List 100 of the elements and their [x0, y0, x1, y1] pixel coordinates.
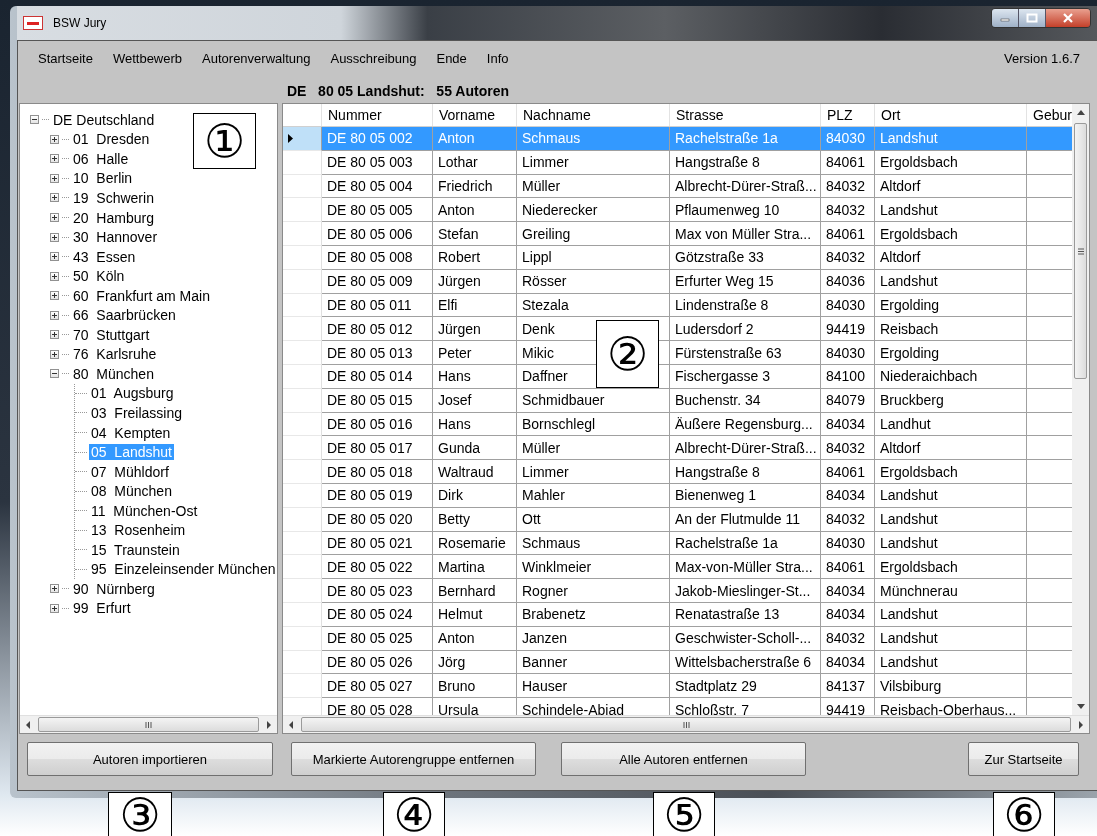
table-cell: Ergoldsbach: [875, 555, 1027, 580]
table-cell: DE 80 05 018: [322, 460, 433, 484]
home-button[interactable]: Zur Startseite: [968, 742, 1079, 776]
menu-item[interactable]: Wettbewerb: [105, 48, 190, 68]
expand-icon[interactable]: [50, 603, 59, 613]
remove-group-button[interactable]: Markierte Autorengruppe entfernen: [291, 742, 536, 776]
expand-icon[interactable]: [50, 154, 59, 164]
table-cell: 84030: [821, 341, 875, 365]
menu-item[interactable]: Startseite: [31, 48, 100, 68]
table-cell: Waltraud: [433, 460, 517, 484]
expand-icon[interactable]: [50, 213, 59, 222]
tree-item[interactable]: 80 München: [71, 365, 156, 382]
tree-item[interactable]: 03 Freilassing: [89, 404, 185, 421]
scrollbar-thumb[interactable]: [301, 717, 1071, 732]
table-cell: Götzstraße 33: [670, 246, 821, 270]
tree-item[interactable]: 70 Stuttgart: [71, 326, 152, 343]
tree-item[interactable]: 30 Hannover: [71, 229, 160, 246]
close-icon: [1062, 13, 1074, 23]
tree-item[interactable]: 50 Köln: [71, 268, 127, 285]
expand-icon[interactable]: [50, 252, 59, 262]
version-label: Version 1.6.7: [1004, 50, 1080, 66]
tree-item[interactable]: 99 Erfurt: [71, 600, 133, 617]
expand-icon[interactable]: [50, 310, 59, 320]
close-button[interactable]: [1046, 9, 1090, 27]
tree-item[interactable]: 66 Saarbrücken: [71, 307, 178, 324]
column-header[interactable]: Nachname: [517, 104, 670, 126]
expand-icon[interactable]: [50, 271, 59, 281]
tree-item[interactable]: 13 Rosenheim: [89, 522, 188, 539]
table-cell: Helmut: [433, 602, 517, 627]
table-cell: Rosemarie: [433, 531, 517, 556]
tree-item[interactable]: 10 Berlin: [71, 170, 135, 187]
table-cell: DE 80 05 023: [322, 579, 433, 603]
table-cell: Jürgen: [433, 269, 517, 294]
table-cell: Albrecht-Dürer-Straß...: [670, 436, 821, 461]
column-header[interactable]: Ort: [875, 104, 1027, 126]
tree-item[interactable]: 11 München-Ost: [89, 502, 200, 519]
table-cell: Geschwister-Scholl-...: [670, 626, 821, 651]
expand-icon[interactable]: [50, 173, 59, 183]
minimize-button[interactable]: [992, 9, 1019, 27]
menu-item[interactable]: Ausschreibung: [323, 48, 424, 68]
tree-item[interactable]: 01 Dresden: [71, 131, 152, 148]
table-cell: 84030: [821, 127, 875, 151]
import-button[interactable]: Autoren importieren: [27, 742, 273, 776]
expand-icon[interactable]: [50, 134, 59, 144]
tree-item[interactable]: 07 Mühldorf: [89, 463, 171, 480]
expand-icon[interactable]: [50, 349, 59, 359]
maximize-button[interactable]: [1019, 9, 1046, 27]
expand-icon[interactable]: [50, 330, 59, 340]
collapse-icon[interactable]: [50, 369, 59, 379]
menu-item[interactable]: Info: [479, 48, 516, 68]
table-cell: Jakob-Mieslinger-St...: [670, 579, 821, 603]
tree-item[interactable]: 76 Karlsruhe: [71, 346, 159, 363]
table-cell: Ergoldsbach: [875, 222, 1027, 246]
table-cell: Altdorf: [875, 246, 1027, 270]
column-header[interactable]: PLZ: [821, 104, 875, 126]
expand-icon[interactable]: [50, 193, 59, 203]
column-header[interactable]: Vorname: [433, 104, 517, 126]
expand-icon[interactable]: [50, 232, 59, 242]
tree-item[interactable]: 04 Kempten: [89, 424, 173, 441]
table-cell: 84061: [821, 150, 875, 175]
tree-item[interactable]: 20 Hamburg: [71, 209, 156, 226]
tree-item[interactable]: DE Deutschland: [51, 111, 157, 128]
table-cell: Elfi: [433, 293, 517, 318]
table-cell: Äußere Regensburg...: [670, 412, 821, 437]
table-cell: Hans: [433, 364, 517, 389]
tree-item[interactable]: 95 Einzeleinsender München: [89, 561, 277, 578]
table-cell: Ergoldsbach: [875, 150, 1027, 175]
table-cell: Renatastraße 13: [670, 602, 821, 627]
table-cell: Müller: [517, 174, 670, 199]
tree-item[interactable]: 43 Essen: [71, 248, 138, 265]
tree-item[interactable]: 01 Augsburg: [89, 385, 176, 402]
tree-item[interactable]: 06 Halle: [71, 150, 131, 167]
table-cell: DE 80 05 012: [322, 317, 433, 342]
scrollbar-thumb[interactable]: [1074, 123, 1087, 379]
expand-icon[interactable]: [50, 291, 59, 301]
column-header[interactable]: Strasse: [670, 104, 821, 126]
column-header[interactable]: Nummer: [322, 104, 433, 126]
table-cell: Buchenstr. 34: [670, 388, 821, 413]
table-cell: Landhut: [875, 412, 1027, 437]
table-cell: Bornschlegl: [517, 412, 670, 437]
table-cell: Anton: [433, 127, 517, 151]
tree-item[interactable]: 15 Traunstein: [89, 541, 182, 558]
tree-item[interactable]: 19 Schwerin: [71, 189, 156, 206]
tree-item[interactable]: 08 München: [89, 483, 174, 500]
table-cell: Hangstraße 8: [670, 460, 821, 484]
table-cell: Wittelsbacherstraße 6: [670, 650, 821, 675]
menu-item[interactable]: Autorenverwaltung: [195, 48, 318, 68]
expand-icon[interactable]: [50, 584, 59, 594]
table-cell: Mahler: [517, 483, 670, 508]
tree-item[interactable]: 90 Nürnberg: [71, 580, 157, 597]
scrollbar-thumb[interactable]: [38, 717, 259, 732]
remove-all-button[interactable]: Alle Autoren entfernen: [561, 742, 806, 776]
collapse-icon[interactable]: [30, 115, 39, 125]
menu-item[interactable]: Ende: [429, 48, 474, 68]
table-cell: Hauser: [517, 674, 670, 699]
table-cell: Fürstenstraße 63: [670, 341, 821, 365]
table-cell: Bruckberg: [875, 388, 1027, 413]
table-cell: Rachelstraße 1a: [670, 127, 821, 151]
table-cell: Betty: [433, 507, 517, 532]
tree-item[interactable]: 60 Frankfurt am Main: [71, 287, 212, 304]
